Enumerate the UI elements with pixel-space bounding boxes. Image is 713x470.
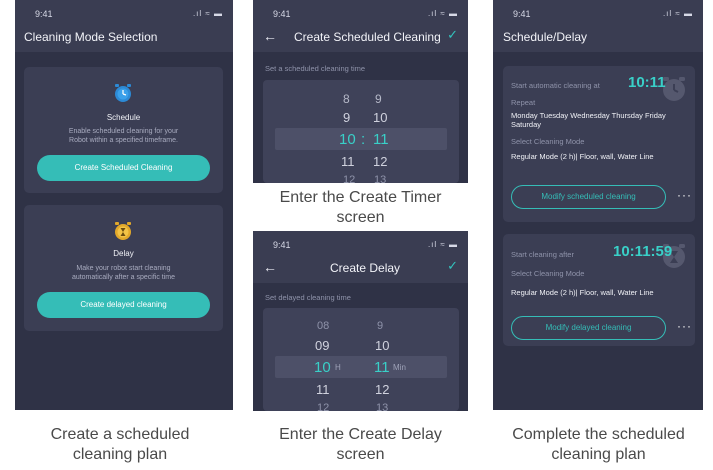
- delay-time: 10:11:59: [613, 243, 673, 260]
- minute-value: 10: [373, 110, 388, 125]
- minute-value: 12: [375, 382, 390, 397]
- hour-unit: H: [335, 363, 341, 372]
- screen-create-scheduled-cleaning: 9:41 .ıl ≈ ▬ ← Create Scheduled Cleaning…: [253, 0, 468, 183]
- hour-value: 12: [317, 402, 330, 411]
- page-title: Schedule/Delay: [503, 30, 588, 44]
- hour-value: 09: [315, 338, 330, 353]
- status-icons: .ıl ≈ ▬: [427, 9, 458, 18]
- schedule-description: Enable scheduled cleaning for your Robot…: [68, 128, 179, 145]
- cleaning-mode-value: Regular Mode (2 h)| Floor, wall, Water L…: [511, 152, 654, 161]
- repeat-label: Repeat: [511, 98, 536, 107]
- screen-cleaning-mode-selection: 9:41 .ıl ≈ ▬ Cleaning Mode Selection Sch…: [15, 0, 233, 410]
- minute-value: 11: [374, 359, 390, 376]
- delay-description: Make your robot start cleaning automatic…: [71, 265, 176, 282]
- status-bar: 9:41 .ıl ≈ ▬: [493, 0, 703, 22]
- schedule-title: Schedule: [106, 113, 141, 122]
- status-bar: 9:41 .ıl ≈ ▬: [15, 0, 233, 22]
- hour-value: 10: [339, 131, 356, 148]
- create-scheduled-cleaning-button[interactable]: Create Scheduled Cleaning: [37, 155, 210, 181]
- status-icons: .ıl ≈ ▬: [192, 9, 223, 18]
- start-after-label: Start cleaning after: [511, 250, 574, 259]
- time-separator: :: [361, 131, 366, 148]
- delay-picker[interactable]: 08 9 09 10 10 H 11 Min 11 12 12 13: [263, 308, 459, 411]
- nav-bar: Cleaning Mode Selection: [15, 22, 233, 52]
- status-icons: .ıl ≈ ▬: [662, 9, 693, 18]
- modify-scheduled-cleaning-button[interactable]: Modify scheduled cleaning: [511, 185, 666, 209]
- status-time: 9:41: [513, 9, 531, 19]
- schedule-card: Schedule Enable scheduled cleaning for y…: [24, 67, 223, 193]
- minute-value: 9: [377, 320, 384, 332]
- modify-delayed-cleaning-button[interactable]: Modify delayed cleaning: [511, 316, 666, 340]
- hour-value: 08: [317, 320, 330, 332]
- hour-value: 8: [343, 92, 350, 106]
- delay-title: Delay: [113, 249, 134, 258]
- back-arrow-icon[interactable]: ←: [263, 259, 277, 275]
- screen-create-delay: 9:41 .ıl ≈ ▬ ← Create Delay ✓ Set delaye…: [253, 231, 468, 411]
- status-icons: .ıl ≈ ▬: [427, 240, 458, 249]
- repeat-days: Monday Tuesday Wednesday Thursday Friday…: [511, 111, 666, 130]
- caption-create-scheduled-plan: Create a scheduled cleaning plan: [50, 426, 190, 463]
- hour-value: 11: [341, 154, 355, 169]
- start-time-label: Start automatic cleaning at: [511, 81, 600, 90]
- nav-bar: ← Create Scheduled Cleaning ✓: [253, 22, 468, 52]
- hour-value: 10: [314, 359, 331, 376]
- status-bar: 9:41 .ıl ≈ ▬: [253, 231, 468, 253]
- picker-hint: Set delayed cleaning time: [265, 293, 351, 302]
- minute-value: 13: [374, 174, 387, 183]
- minute-value: 12: [373, 154, 388, 169]
- cleaning-mode-value: Regular Mode (2 h)| Floor, wall, Water L…: [511, 288, 654, 297]
- hour-value: 11: [316, 382, 330, 397]
- screen-schedule-delay: 9:41 .ıl ≈ ▬ Schedule/Delay Start automa…: [493, 0, 703, 410]
- minute-unit: Min: [393, 363, 406, 372]
- scheduled-time: 10:11: [628, 74, 666, 91]
- cleaning-mode-label: Select Cleaning Mode: [511, 137, 585, 146]
- cleaning-mode-label: Select Cleaning Mode: [511, 269, 585, 278]
- status-time: 9:41: [35, 9, 53, 19]
- delayed-cleaning-card: Start cleaning after 10:11:59 Select Cle…: [503, 234, 695, 346]
- hour-value: 12: [343, 174, 356, 183]
- more-options-icon[interactable]: ···: [677, 319, 692, 333]
- scheduled-cleaning-card: Start automatic cleaning at 10:11 Repeat…: [503, 66, 695, 222]
- minute-value: 9: [375, 92, 382, 106]
- nav-bar: ← Create Delay ✓: [253, 253, 468, 283]
- nav-bar: Schedule/Delay: [493, 22, 703, 52]
- caption-create-timer-screen: Enter the Create Timer screen: [279, 189, 442, 226]
- minute-value: 11: [373, 131, 389, 148]
- page-title: Create Delay: [330, 261, 401, 275]
- hourglass-timer-icon: [115, 222, 131, 240]
- alarm-clock-icon: [115, 84, 131, 102]
- confirm-check-icon[interactable]: ✓: [447, 27, 458, 43]
- caption-complete-scheduled-plan: Complete the scheduled cleaning plan: [512, 426, 685, 463]
- confirm-check-icon[interactable]: ✓: [447, 258, 458, 274]
- back-arrow-icon[interactable]: ←: [263, 28, 277, 44]
- create-delayed-cleaning-button[interactable]: Create delayed cleaning: [37, 292, 210, 318]
- minute-value: 10: [375, 338, 390, 353]
- minute-value: 13: [376, 402, 389, 411]
- picker-selection-band: [275, 356, 447, 378]
- more-options-icon[interactable]: ···: [677, 188, 692, 202]
- time-picker[interactable]: 8 9 9 10 10 : 11 11 12 12 13: [263, 80, 459, 183]
- page-title: Cleaning Mode Selection: [24, 30, 158, 44]
- status-time: 9:41: [273, 9, 291, 19]
- status-time: 9:41: [273, 240, 291, 250]
- hour-value: 9: [343, 110, 351, 125]
- page-title: Create Scheduled Cleaning: [294, 30, 441, 44]
- status-bar: 9:41 .ıl ≈ ▬: [253, 0, 468, 22]
- delay-card: Delay Make your robot start cleaning aut…: [24, 205, 223, 331]
- picker-hint: Set a scheduled cleaning time: [265, 64, 366, 73]
- caption-create-delay-screen: Enter the Create Delay screen: [279, 426, 442, 463]
